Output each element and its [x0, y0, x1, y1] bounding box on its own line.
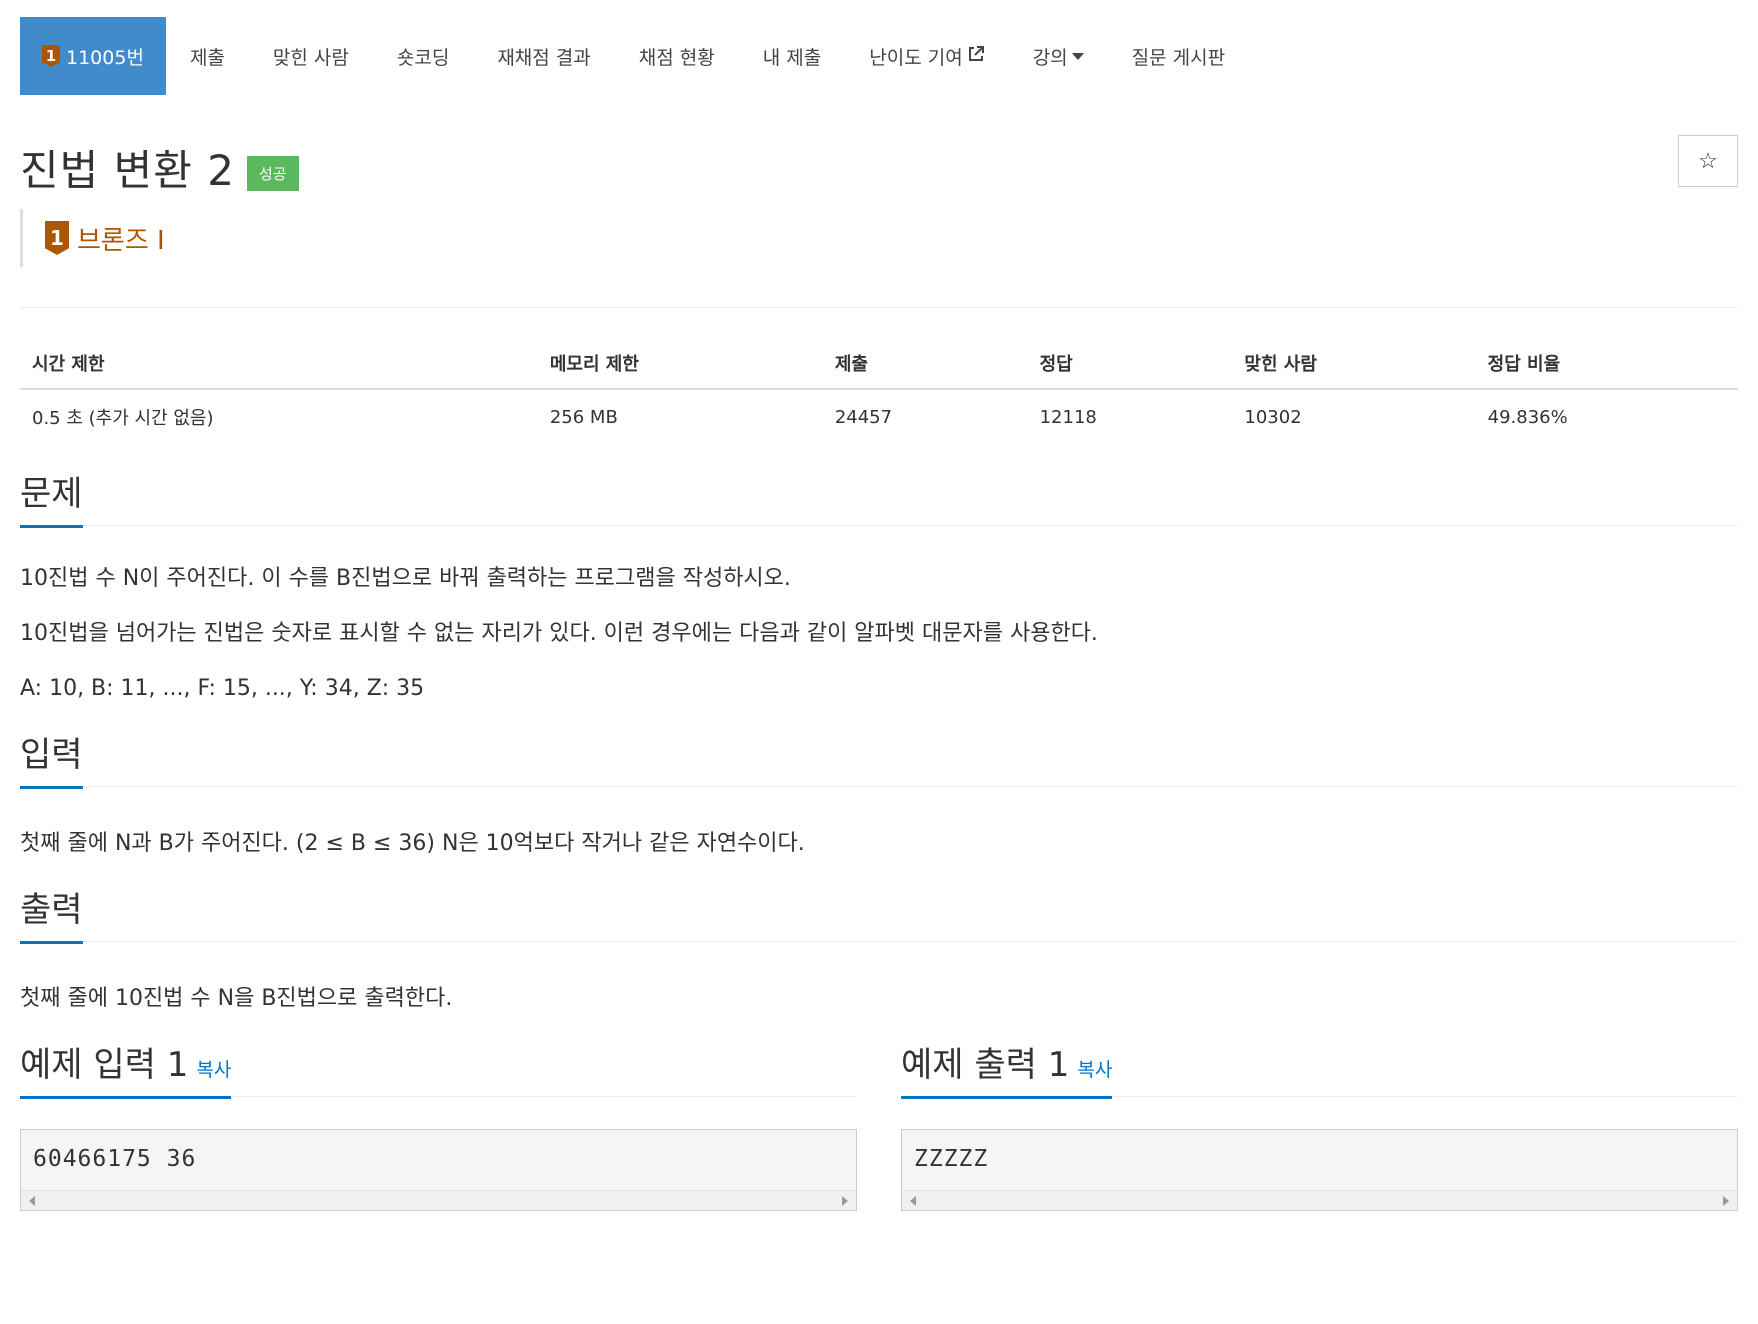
input-description: 첫째 줄에 N과 B가 주어진다. (2 ≤ B ≤ 36) N은 10억보다 …	[20, 787, 1738, 860]
status-badge: 성공	[246, 155, 299, 191]
nav-submit[interactable]: 제출	[166, 17, 249, 95]
input-text: 첫째 줄에 N과 B가 주어진다. (2 ≤ B ≤ 36) N은 10억보다 …	[20, 831, 805, 856]
output-section: 출력 첫째 줄에 10진법 수 N을 B진법으로 출력한다.	[20, 882, 1738, 1015]
nav-my-submissions[interactable]: 내 제출	[739, 17, 845, 95]
section-header: 예제 입력 1 복사	[20, 1037, 857, 1099]
favorite-star-button[interactable]: ☆	[1678, 135, 1738, 187]
sample-output-column: 예제 출력 1 복사 ZZZZZ	[901, 1037, 1738, 1211]
output-heading: 출력	[20, 882, 83, 944]
submissions-value: 24457	[834, 406, 893, 428]
section-header: 예제 출력 1 복사	[901, 1037, 1738, 1099]
section-header: 문제	[20, 466, 1738, 528]
nav-problem-id[interactable]: 1 11005번	[20, 17, 166, 95]
scroll-right-icon[interactable]	[842, 1196, 848, 1206]
copy-sample-input-button[interactable]: 복사	[196, 1059, 231, 1081]
tier-block: 1 브론즈 I	[20, 209, 1738, 267]
title-row: 진법 변환 2 성공 ☆	[20, 135, 1738, 197]
header-memory-limit: 메모리 제한	[537, 338, 823, 390]
output-description: 첫째 줄에 10진법 수 N을 B진법으로 출력한다.	[20, 942, 1738, 1015]
horizontal-scrollbar[interactable]	[21, 1190, 856, 1210]
caret-down-icon	[1071, 52, 1084, 60]
external-link-icon	[967, 45, 985, 68]
copy-sample-output-button[interactable]: 복사	[1077, 1059, 1112, 1081]
sample-input-heading: 예제 입력 1 복사	[20, 1037, 232, 1099]
problem-info-table: 시간 제한 메모리 제한 제출 정답 맞힌 사람 정답 비율 0.5 초 (추가…	[20, 338, 1738, 444]
header-solved-users: 맞힌 사람	[1232, 338, 1476, 390]
header-accept-ratio: 정답 비율	[1475, 338, 1738, 390]
examples-row: 예제 입력 1 복사 60466175 36 예제 출력 1 복사 ZZZZZ	[20, 1037, 1738, 1211]
accept-ratio-value: 49.836%	[1487, 406, 1568, 428]
section-header: 입력	[20, 727, 1738, 789]
sample-output-title: 예제 출력 1	[901, 1045, 1070, 1085]
nav-lectures-dropdown[interactable]: 강의	[1009, 17, 1108, 95]
nav-difficulty-contribution[interactable]: 난이도 기여	[845, 17, 1008, 95]
divider	[20, 307, 1738, 308]
sample-input-box[interactable]: 60466175 36	[20, 1129, 857, 1211]
sample-output-heading: 예제 출력 1 복사	[901, 1037, 1113, 1099]
problem-page: 1 11005번 제출 맞힌 사람 숏코딩 재채점 결과 채점 현황 내 제출 …	[0, 17, 1758, 1324]
scroll-left-icon[interactable]	[29, 1196, 35, 1206]
accepted-value: 12118	[1039, 406, 1097, 428]
tier-label[interactable]: 브론즈 I	[77, 220, 165, 257]
problem-paragraph: 10진법 수 N이 주어진다. 이 수를 B진법으로 바꿔 출력하는 프로그램을…	[20, 566, 791, 591]
horizontal-scrollbar[interactable]	[902, 1190, 1737, 1210]
input-section: 입력 첫째 줄에 N과 B가 주어진다. (2 ≤ B ≤ 36) N은 10억…	[20, 727, 1738, 860]
bronze-tier-icon: 1	[42, 45, 60, 67]
table-row: 0.5 초 (추가 시간 없음) 256 MB 24457 12118 1030…	[20, 389, 1738, 444]
header-time-limit: 시간 제한	[20, 338, 538, 390]
nav-short-coding[interactable]: 숏코딩	[373, 17, 473, 95]
nav-lectures-label: 강의	[1032, 46, 1068, 69]
problem-paragraph: 10진법을 넘어가는 진법은 숫자로 표시할 수 없는 자리가 있다. 이런 경…	[20, 621, 1098, 646]
nav-problem-id-label: 11005번	[66, 46, 144, 69]
sample-output-box[interactable]: ZZZZZ	[901, 1129, 1738, 1211]
nav-rejudge-results[interactable]: 재채점 결과	[473, 17, 614, 95]
time-limit-value: 0.5 초 (추가 시간 없음)	[32, 408, 214, 429]
sample-output-content: ZZZZZ	[914, 1146, 989, 1172]
problem-description: 10진법 수 N이 주어진다. 이 수를 B진법으로 바꿔 출력하는 프로그램을…	[20, 526, 1738, 705]
output-text: 첫째 줄에 10진법 수 N을 B진법으로 출력한다.	[20, 986, 453, 1011]
table-header-row: 시간 제한 메모리 제한 제출 정답 맞힌 사람 정답 비율	[20, 338, 1738, 390]
problem-paragraph: A: 10, B: 11, ..., F: 15, ..., Y: 34, Z:…	[20, 676, 425, 701]
header-accepted: 정답	[1027, 338, 1233, 390]
problem-section: 문제 10진법 수 N이 주어진다. 이 수를 B진법으로 바꿔 출력하는 프로…	[20, 466, 1738, 705]
nav-judge-status[interactable]: 채점 현황	[615, 17, 739, 95]
star-icon: ☆	[1698, 148, 1718, 173]
scroll-left-icon[interactable]	[910, 1196, 916, 1206]
nav-difficulty-label: 난이도 기여	[869, 46, 963, 69]
nav-solved-users[interactable]: 맞힌 사람	[249, 17, 373, 95]
sample-input-content: 60466175 36	[33, 1146, 197, 1172]
problem-heading: 문제	[20, 466, 83, 528]
sample-input-title: 예제 입력 1	[20, 1045, 189, 1085]
problem-nav: 1 11005번 제출 맞힌 사람 숏코딩 재채점 결과 채점 현황 내 제출 …	[20, 17, 1738, 95]
section-header: 출력	[20, 882, 1738, 944]
bronze-tier-badge-icon: 1	[45, 221, 69, 255]
page-title: 진법 변환 2	[20, 145, 235, 195]
nav-qna-board[interactable]: 질문 게시판	[1108, 17, 1249, 95]
scroll-right-icon[interactable]	[1723, 1196, 1729, 1206]
header-submissions: 제출	[822, 338, 1028, 390]
sample-input-column: 예제 입력 1 복사 60466175 36	[20, 1037, 857, 1211]
solved-users-value: 10302	[1244, 406, 1302, 428]
input-heading: 입력	[20, 727, 83, 789]
memory-limit-value: 256 MB	[549, 406, 618, 428]
